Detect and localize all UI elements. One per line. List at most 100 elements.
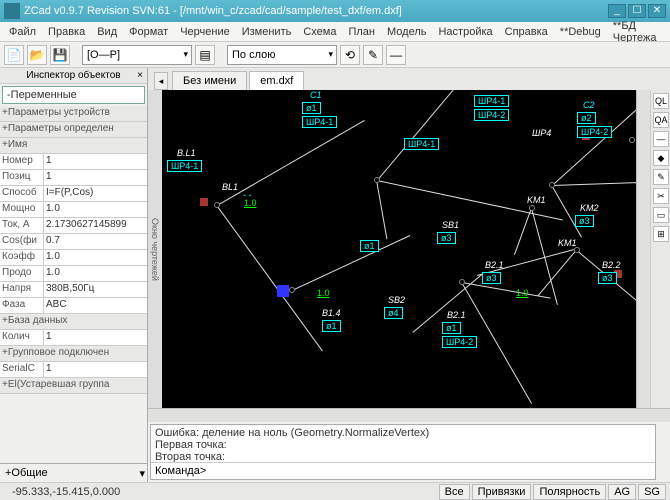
prop-row[interactable]: +Параметры определен: [0, 122, 147, 138]
menu-modify[interactable]: Изменить: [237, 24, 297, 40]
prop-value[interactable]: 1: [44, 362, 147, 377]
prop-group[interactable]: +El(Устаревшая группа: [0, 378, 147, 393]
prop-row[interactable]: +Имя: [0, 138, 147, 154]
tool-b[interactable]: ✎: [363, 45, 383, 65]
status-bar: -95.333,-15.415,0.000 Все Привязки Поляр…: [0, 482, 670, 500]
lbl-shp41-box: ШР4-1: [404, 138, 439, 150]
rtool-grid[interactable]: ⊞: [653, 226, 669, 242]
prop-row[interactable]: +База данных: [0, 314, 147, 330]
rtool-diamond[interactable]: ◆: [653, 150, 669, 166]
prop-row[interactable]: Ток, А2.1730627145899: [0, 218, 147, 234]
prop-row[interactable]: Напря380В,50Гц: [0, 282, 147, 298]
prop-key: Номер: [0, 154, 44, 169]
horizontal-scrollbar[interactable]: [148, 408, 670, 422]
rtool-pencil[interactable]: ✎: [653, 169, 669, 185]
menu-debug[interactable]: **Debug: [555, 24, 606, 40]
prop-group[interactable]: +Параметры устройств: [0, 106, 147, 121]
chevron-down-icon[interactable]: ▾: [139, 467, 145, 480]
prop-row[interactable]: СпособI=F(P,Cos): [0, 186, 147, 202]
menu-edit[interactable]: Правка: [43, 24, 90, 40]
tool-a[interactable]: ⟲: [340, 45, 360, 65]
prop-value[interactable]: ABC: [44, 298, 147, 313]
new-button[interactable]: 📄: [4, 45, 24, 65]
canvas-caption: Окно чертежей: [148, 90, 162, 408]
prop-row[interactable]: +Параметры устройств: [0, 106, 147, 122]
prop-row[interactable]: SerialC1: [0, 362, 147, 378]
status-sg[interactable]: SG: [638, 484, 666, 500]
prop-value[interactable]: 1: [44, 154, 147, 169]
tab-nav-left[interactable]: ◂: [154, 72, 168, 90]
color-by-layer-select[interactable]: По слою: [227, 45, 337, 65]
minimize-button[interactable]: _: [608, 4, 626, 18]
menu-view[interactable]: Вид: [92, 24, 122, 40]
inspector-footer-label[interactable]: +Общие: [2, 466, 51, 480]
menu-file[interactable]: Файл: [4, 24, 41, 40]
prop-value[interactable]: 1: [44, 330, 147, 345]
prop-value[interactable]: 2.1730627145899: [44, 218, 147, 233]
menu-draw[interactable]: Черчение: [175, 24, 235, 40]
save-button[interactable]: 💾: [50, 45, 70, 65]
prop-row[interactable]: Cos(фи0.7: [0, 234, 147, 250]
rtool-line[interactable]: —: [653, 131, 669, 147]
prop-group[interactable]: +Групповое подключен: [0, 346, 147, 361]
close-button[interactable]: ✕: [648, 4, 666, 18]
prop-value[interactable]: 1.0: [44, 202, 147, 217]
lbl-sb1: SB1: [442, 220, 459, 230]
prop-value[interactable]: 1.0: [44, 266, 147, 281]
rtool-rect[interactable]: ▭: [653, 207, 669, 223]
tool-c[interactable]: —: [386, 45, 406, 65]
status-ag[interactable]: AG: [608, 484, 636, 500]
lbl-d1b: ø1: [360, 240, 379, 252]
maximize-button[interactable]: ☐: [628, 4, 646, 18]
tab-bar: ◂ Без имени em.dxf: [148, 68, 670, 90]
drawing-canvas[interactable]: C1 ø1 ШР4-1 ШР4-1 ШР4-2 C2 ø2 ШР4-2 ШР4 …: [162, 90, 636, 408]
inspector-dropdown[interactable]: -Переменные: [2, 86, 145, 104]
menu-plan[interactable]: План: [343, 24, 380, 40]
prop-value[interactable]: 1: [44, 170, 147, 185]
status-polar[interactable]: Полярность: [533, 484, 606, 500]
prop-key: SerialC: [0, 362, 44, 377]
rtool-ql[interactable]: QL: [653, 93, 669, 109]
lbl-c1: C1: [310, 90, 322, 100]
layer-props-button[interactable]: ▤: [195, 45, 215, 65]
prop-group[interactable]: +Имя: [0, 138, 147, 153]
layer-select[interactable]: [O—P]: [82, 45, 192, 65]
prop-row[interactable]: Мощно1.0: [0, 202, 147, 218]
prop-row[interactable]: Номер1: [0, 154, 147, 170]
prop-row[interactable]: Продо1.0: [0, 266, 147, 282]
status-all[interactable]: Все: [439, 484, 470, 500]
lbl-b14: B1.4: [322, 308, 341, 318]
rtool-qa[interactable]: QA: [653, 112, 669, 128]
prop-value[interactable]: 380В,50Гц: [44, 282, 147, 297]
tab-unnamed[interactable]: Без имени: [172, 71, 247, 90]
tab-emdxf[interactable]: em.dxf: [249, 71, 304, 90]
prop-value[interactable]: 1.0: [44, 250, 147, 265]
prop-value[interactable]: 0.7: [44, 234, 147, 249]
prop-row[interactable]: +El(Устаревшая группа: [0, 378, 147, 394]
menu-settings[interactable]: Настройка: [433, 24, 497, 40]
lbl-shp4: ШР4: [532, 128, 551, 138]
vertical-scrollbar[interactable]: [636, 90, 650, 408]
prop-group[interactable]: +База данных: [0, 314, 147, 329]
toolbar: 📄 📂 💾 [O—P] ▤ По слою ⟲ ✎ —: [0, 42, 670, 68]
prop-group[interactable]: +Параметры определен: [0, 122, 147, 137]
prop-row[interactable]: ФазаABC: [0, 298, 147, 314]
menu-scheme[interactable]: Схема: [298, 24, 341, 40]
open-button[interactable]: 📂: [27, 45, 47, 65]
prop-value[interactable]: I=F(P,Cos): [44, 186, 147, 201]
lbl-c10c: 1.0: [317, 288, 330, 298]
menu-model[interactable]: Модель: [382, 24, 431, 40]
command-input[interactable]: [206, 465, 651, 477]
prop-row[interactable]: Позиц1: [0, 170, 147, 186]
lbl-d1: ø1: [302, 102, 321, 114]
prop-row[interactable]: Коэфф1.0: [0, 250, 147, 266]
prop-row[interactable]: +Групповое подключен: [0, 346, 147, 362]
menu-format[interactable]: Формат: [124, 24, 173, 40]
lbl-d1c: ø1: [322, 320, 341, 332]
log-line-1: Ошибка: деление на ноль (Geometry.Normal…: [155, 427, 651, 439]
lbl-c10b: 1.0: [516, 288, 529, 298]
rtool-cut[interactable]: ✂: [653, 188, 669, 204]
status-snaps[interactable]: Привязки: [472, 484, 532, 500]
prop-row[interactable]: Колич1: [0, 330, 147, 346]
menu-help[interactable]: Справка: [500, 24, 553, 40]
